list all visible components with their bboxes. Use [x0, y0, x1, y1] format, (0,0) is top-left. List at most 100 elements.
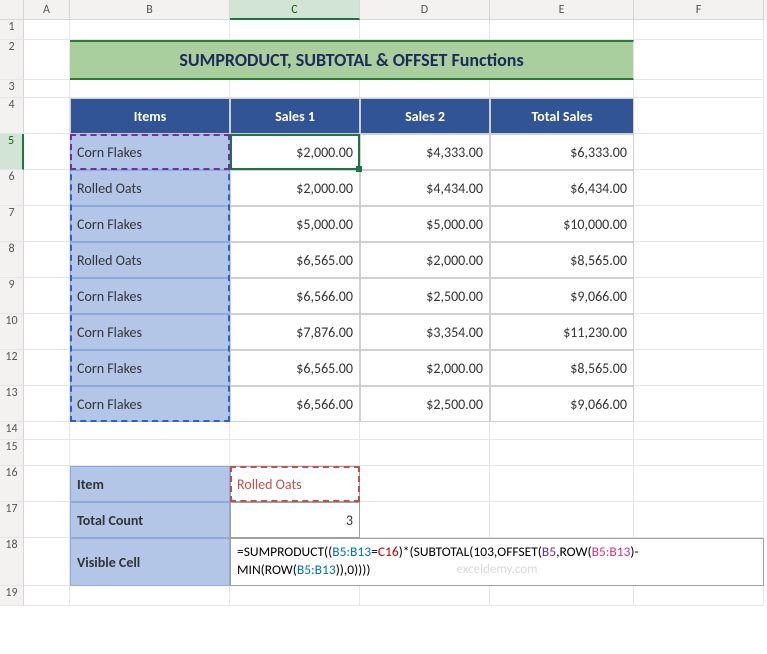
table-row[interactable]: $10,000.00: [490, 206, 634, 242]
table-row[interactable]: $2,500.00: [360, 386, 490, 422]
cell[interactable]: [634, 170, 764, 206]
cell[interactable]: [634, 350, 764, 386]
row-header-9[interactable]: 9: [0, 278, 24, 314]
cell[interactable]: [634, 386, 764, 422]
cell[interactable]: [24, 502, 70, 538]
formula-cell[interactable]: =SUMPRODUCT((B5:B13=C16)*(SUBTOTAL(103,O…: [230, 538, 764, 586]
cell[interactable]: [360, 466, 490, 502]
cell[interactable]: [634, 314, 764, 350]
cell[interactable]: [24, 20, 70, 40]
table-row[interactable]: $2,000.00: [230, 134, 360, 170]
count-value[interactable]: 3: [230, 502, 360, 538]
table-row[interactable]: Corn Flakes: [70, 278, 230, 314]
table-row[interactable]: $8,565.00: [490, 242, 634, 278]
table-row[interactable]: $6,566.00: [230, 386, 360, 422]
select-all-corner[interactable]: [0, 0, 24, 20]
table-row[interactable]: $4,333.00: [360, 134, 490, 170]
cell[interactable]: [490, 80, 634, 98]
table-row[interactable]: $9,066.00: [490, 278, 634, 314]
row-header-7[interactable]: 7: [0, 206, 24, 242]
cell[interactable]: [490, 586, 634, 606]
cell[interactable]: [634, 242, 764, 278]
col-header-A[interactable]: A: [24, 0, 70, 20]
row-header-16[interactable]: 16: [0, 466, 24, 502]
cell[interactable]: [634, 20, 764, 40]
header-sales1[interactable]: Sales 1: [230, 98, 360, 134]
count-label[interactable]: Total Count: [70, 502, 230, 538]
cell[interactable]: [490, 502, 634, 538]
row-header-6[interactable]: 6: [0, 170, 24, 206]
row-header-19[interactable]: 19: [0, 586, 24, 606]
col-header-B[interactable]: B: [70, 0, 230, 20]
cell[interactable]: [230, 586, 360, 606]
table-row[interactable]: Corn Flakes: [70, 314, 230, 350]
row-header-2[interactable]: 2: [0, 40, 24, 80]
cell[interactable]: [24, 170, 70, 206]
row-header-14[interactable]: 14: [0, 422, 24, 440]
cell[interactable]: [24, 466, 70, 502]
row-header-3[interactable]: 3: [0, 80, 24, 98]
cell[interactable]: [70, 422, 230, 440]
row-header-12[interactable]: 12: [0, 350, 24, 386]
cell[interactable]: [634, 278, 764, 314]
cell[interactable]: [634, 466, 764, 502]
table-row[interactable]: $6,565.00: [230, 350, 360, 386]
cell[interactable]: [24, 440, 70, 466]
item-value[interactable]: Rolled Oats: [230, 466, 360, 502]
cell[interactable]: [634, 98, 764, 134]
cell[interactable]: [24, 538, 70, 586]
table-row[interactable]: $6,566.00: [230, 278, 360, 314]
header-sales2[interactable]: Sales 2: [360, 98, 490, 134]
table-row[interactable]: Rolled Oats: [70, 170, 230, 206]
cell[interactable]: [360, 422, 490, 440]
table-row[interactable]: $3,354.00: [360, 314, 490, 350]
cell[interactable]: [24, 386, 70, 422]
visible-label[interactable]: Visible Cell: [70, 538, 230, 586]
cell[interactable]: [634, 134, 764, 170]
cell[interactable]: [490, 440, 634, 466]
table-row[interactable]: $5,000.00: [230, 206, 360, 242]
row-header-10[interactable]: 10: [0, 314, 24, 350]
title-merged[interactable]: SUMPRODUCT, SUBTOTAL & OFFSET Functions: [70, 40, 634, 80]
col-header-C[interactable]: C: [230, 0, 360, 20]
col-header-D[interactable]: D: [360, 0, 490, 20]
header-items[interactable]: Items: [70, 98, 230, 134]
table-row[interactable]: $7,876.00: [230, 314, 360, 350]
row-header-5[interactable]: 5: [0, 134, 24, 170]
cell[interactable]: [24, 586, 70, 606]
col-header-F[interactable]: F: [634, 0, 764, 20]
cell[interactable]: [634, 80, 764, 98]
table-row[interactable]: $2,000.00: [360, 350, 490, 386]
cell[interactable]: [24, 80, 70, 98]
cell[interactable]: [24, 350, 70, 386]
table-row[interactable]: $2,000.00: [360, 242, 490, 278]
table-row[interactable]: Corn Flakes: [70, 206, 230, 242]
table-row[interactable]: $8,565.00: [490, 350, 634, 386]
cell[interactable]: [360, 20, 490, 40]
cell[interactable]: [24, 134, 70, 170]
row-header-18[interactable]: 18: [0, 538, 24, 586]
cell[interactable]: [634, 40, 764, 80]
cell[interactable]: [24, 422, 70, 440]
cell[interactable]: [230, 20, 360, 40]
table-row[interactable]: $5,000.00: [360, 206, 490, 242]
cell[interactable]: [24, 242, 70, 278]
cell[interactable]: [360, 502, 490, 538]
row-header-17[interactable]: 17: [0, 502, 24, 538]
col-header-E[interactable]: E: [490, 0, 634, 20]
row-header-1[interactable]: 1: [0, 20, 24, 40]
cell[interactable]: [70, 586, 230, 606]
table-row[interactable]: $9,066.00: [490, 386, 634, 422]
table-row[interactable]: $4,434.00: [360, 170, 490, 206]
cell[interactable]: [70, 80, 230, 98]
cell[interactable]: [634, 440, 764, 466]
table-row[interactable]: Corn Flakes: [70, 386, 230, 422]
cell[interactable]: [70, 440, 230, 466]
cell[interactable]: [634, 206, 764, 242]
cell[interactable]: [230, 440, 360, 466]
cell[interactable]: [24, 98, 70, 134]
cell[interactable]: [230, 422, 360, 440]
cell[interactable]: [230, 80, 360, 98]
item-label[interactable]: Item: [70, 466, 230, 502]
cell[interactable]: [24, 278, 70, 314]
